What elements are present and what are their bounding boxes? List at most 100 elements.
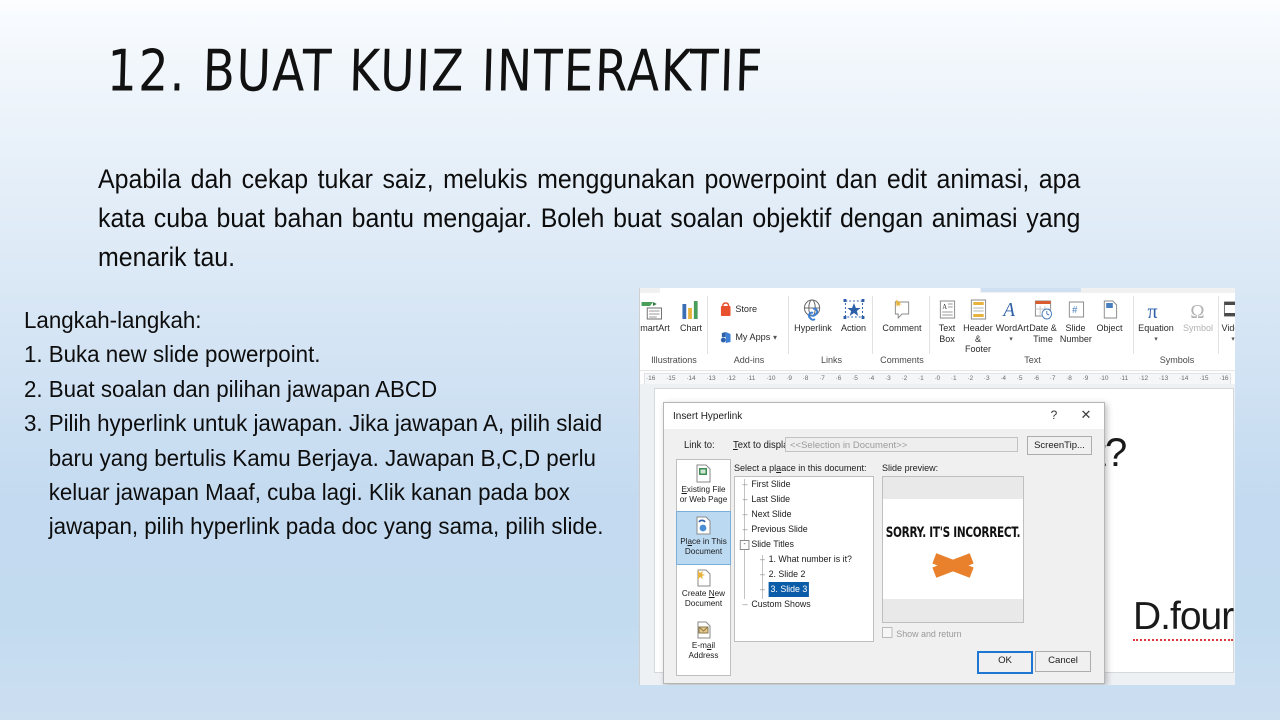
ribbon-button-label: Text Box <box>938 323 956 345</box>
slide-tree[interactable]: – First Slide – Last Slide – Next Slide – Previ… <box>734 476 874 642</box>
ribbon-button-label: Video <box>1221 323 1235 334</box>
horizontal-ruler[interactable]: ·16 ·15 ·14 ·13 ·12 ·11 ·10 ·9 ·8 ·7 ·6 ·5 ·4 ·3 ·2 ·1 ·… <box>640 370 1235 385</box>
my-apps-icon <box>719 330 732 345</box>
ribbon-group-divider <box>707 296 708 354</box>
ruler-tick-labels: ·16 ·15 ·14 ·13 ·12 ·11 ·10 ·9 ·8 ·7 ·6 ·5 ·4 ·3 ·2 ·1 ·… <box>646 373 1229 383</box>
help-icon[interactable]: ? <box>1046 408 1062 422</box>
header-footer-icon <box>963 298 993 322</box>
ribbon-button-label: Store <box>735 304 758 315</box>
ruler-tick: ·6 <box>1033 374 1039 382</box>
ruler-tick: ·4 <box>868 374 875 382</box>
ribbon-button-action[interactable]: Action <box>837 298 870 335</box>
existing-file-icon <box>677 464 730 484</box>
tree-node[interactable]: - Slide Titles <box>735 537 867 552</box>
close-icon[interactable]: ✕ <box>1078 407 1094 423</box>
ribbon-button-my-apps[interactable]: My Apps ▾ <box>719 330 777 345</box>
rail-item-email-address[interactable]: E-mail Address <box>677 616 730 668</box>
dialog-title-bar[interactable]: Insert Hyperlink ? ✕ <box>664 403 1104 429</box>
chart-icon <box>675 298 707 322</box>
ruler-tick: ·2 <box>901 374 908 382</box>
video-icon <box>1219 298 1235 322</box>
rail-item-create-new-document[interactable]: Create New Document <box>677 564 730 616</box>
ruler-tick: ·16 <box>646 374 656 382</box>
tree-node[interactable]: –3. Slide 3 <box>735 582 867 597</box>
ribbon-button-video[interactable]: Video ▾ <box>1219 298 1235 345</box>
ribbon-button-equation[interactable]: π Equation ▾ <box>1136 298 1176 345</box>
comment-icon <box>879 298 925 322</box>
ruler-tick: ·5 <box>852 374 858 382</box>
checkbox-box <box>882 627 893 638</box>
ribbon-button-comment[interactable]: Comment <box>879 298 925 335</box>
ruler-tick: ·0 <box>934 374 941 382</box>
tree-node[interactable]: – Custom Shows <box>735 597 867 612</box>
text-to-display-input[interactable]: <<Selection in Document>> <box>785 437 1018 452</box>
tree-branch-line: – <box>742 479 748 489</box>
link-to-label: Link to: <box>684 440 715 451</box>
ruler-tick: ·2 <box>967 374 974 382</box>
tree-node[interactable]: – Next Slide <box>735 507 867 522</box>
dropdown-arrow[interactable]: ▾ <box>996 335 1026 346</box>
ribbon-button-wordart[interactable]: A WordArt ▾ <box>996 298 1029 346</box>
ruler-tick: ·11 <box>1119 374 1129 382</box>
ruler-tick: ·15 <box>666 374 676 382</box>
ruler-tick: ·5 <box>1016 374 1023 382</box>
ribbon-button-object[interactable]: Object <box>1094 298 1125 335</box>
ruler-tick: ·3 <box>983 374 990 382</box>
ribbon-button-text-box[interactable]: A Text Box <box>934 298 961 345</box>
ribbon-button-label: Hyperlink <box>794 323 832 334</box>
show-and-return-checkbox[interactable]: Show and return <box>882 627 962 639</box>
canvas-option-d: D.four <box>1133 595 1234 641</box>
ribbon-button-date-time[interactable]: Date & Time <box>1029 298 1058 345</box>
hyperlink-icon <box>793 298 833 322</box>
checkbox-label: Show and return <box>896 628 962 639</box>
tree-node[interactable]: – Last Slide <box>735 492 867 507</box>
page-title: 12. BUAT KUIZ INTERAKTIF <box>106 38 765 106</box>
ruler-tick: ·14 <box>1178 374 1189 382</box>
ribbon-button-label: Slide Number <box>1059 323 1092 345</box>
tree-branch-line: – <box>742 509 748 519</box>
steps-list: 1. Buka new slide powerpoint. 2. Buat so… <box>24 337 613 543</box>
ribbon-button-chart[interactable]: Chart <box>675 298 707 335</box>
ribbon-active-tab-strip <box>660 288 980 293</box>
slide-preview: SORRY. IT'S INCORRECT. <box>882 476 1024 623</box>
ruler-tick: ·16 <box>1219 374 1229 382</box>
ruler-tick: ·6 <box>835 374 842 382</box>
rail-item-existing-file[interactable]: Existing File or Web Page <box>677 460 730 512</box>
ribbon-button-symbol[interactable]: Ω Symbol <box>1179 298 1217 335</box>
tree-node[interactable]: – Previous Slide <box>735 522 867 537</box>
ribbon-button-smartart[interactable]: SmartArt <box>640 298 671 335</box>
tree-node[interactable]: –1. What number is it? <box>735 552 867 567</box>
steps-lead-label: Langkah-langkah: <box>24 307 202 333</box>
rail-item-label: Create New Document <box>681 588 726 608</box>
tree-expander-icon[interactable]: - <box>739 540 750 550</box>
dropdown-arrow[interactable]: ▾ <box>1219 335 1235 346</box>
ruler-tick: ·1 <box>950 374 957 382</box>
ribbon-group-illustrations: SmartArt Chart Illustrations <box>640 294 708 368</box>
ok-button[interactable]: OK <box>977 651 1033 674</box>
action-icon <box>837 298 870 322</box>
tree-node[interactable]: –2. Slide 2 <box>735 567 867 582</box>
dropdown-arrow[interactable]: ▾ <box>1136 335 1176 346</box>
ribbon-button-label: Comment <box>882 323 922 334</box>
ribbon-button-header-footer[interactable]: Header & Footer <box>963 298 993 356</box>
tree-node-label: Previous Slide <box>751 524 808 534</box>
screentip-button[interactable]: ScreenTip... <box>1027 436 1092 455</box>
ribbon-button-store[interactable]: Store <box>719 302 757 317</box>
chevron-down-icon[interactable]: ▾ <box>773 333 777 342</box>
rail-item-place-in-this-document[interactable]: Place in This Document <box>676 511 731 565</box>
ribbon-button-hyperlink[interactable]: Hyperlink <box>793 298 833 335</box>
ribbon-group-comments: Comment Comments <box>874 294 930 368</box>
tree-node-label: 2. Slide 2 <box>768 569 806 579</box>
ribbon-group-label: Symbols <box>1159 355 1195 366</box>
ribbon-button-slide-number[interactable]: # Slide Number <box>1059 298 1092 345</box>
tree-node[interactable]: – First Slide <box>735 477 867 492</box>
tree-branch-line: – <box>742 599 748 609</box>
tree-node-list: – First Slide – Last Slide – Next Slide – Previ… <box>735 477 873 612</box>
tree-branch-line: – <box>742 494 748 504</box>
cancel-button[interactable]: Cancel <box>1035 651 1091 672</box>
smartart-icon <box>640 298 671 322</box>
rail-item-label: E-mail Address <box>688 640 719 660</box>
svg-text:A: A <box>1001 300 1015 322</box>
tree-node-label: First Slide <box>751 479 791 489</box>
ribbon-group-divider <box>788 296 789 354</box>
